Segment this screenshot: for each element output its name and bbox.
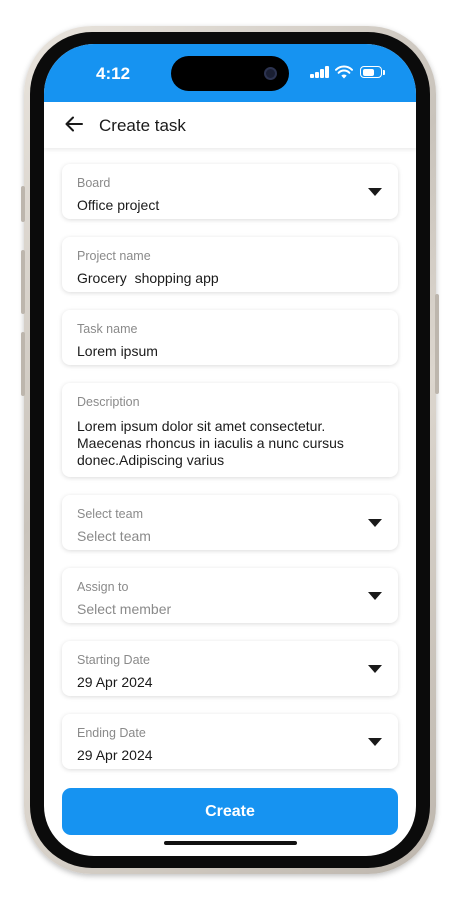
field-label: Ending Date <box>77 726 146 740</box>
caret-down-icon <box>368 738 382 746</box>
field-value: 29 Apr 2024 <box>77 747 153 763</box>
field-label: Select team <box>77 507 144 521</box>
field-label: Starting Date <box>77 653 150 667</box>
battery-cap <box>383 70 385 75</box>
caret-down-icon <box>368 665 382 673</box>
dynamic-island <box>171 56 289 91</box>
field-value: 29 Apr 2024 <box>77 674 153 690</box>
action-button <box>21 186 25 222</box>
create-button[interactable]: Create <box>62 788 398 835</box>
team-select[interactable]: Select team Select team <box>62 495 398 550</box>
phone-screen: 4:12 Create task Board Office project Pr… <box>44 44 416 856</box>
description-line: donec.Adipiscing varius <box>77 452 225 468</box>
status-bar: 4:12 <box>44 44 416 102</box>
end-date-select[interactable]: Ending Date 29 Apr 2024 <box>62 714 398 769</box>
description-line: Lorem ipsum dolor sit amet consectetur. <box>77 418 326 434</box>
field-label: Task name <box>77 322 138 336</box>
field-label: Project name <box>77 249 151 263</box>
description-textarea[interactable]: Description Lorem ipsum dolor sit amet c… <box>62 383 398 477</box>
field-value: Office project <box>77 197 160 213</box>
assignee-select[interactable]: Assign to Select member <box>62 568 398 623</box>
field-value: Select team <box>77 528 151 544</box>
home-indicator <box>164 841 297 845</box>
app-header: Create task <box>44 102 416 148</box>
task-name-input[interactable]: Task name Lorem ipsum <box>62 310 398 365</box>
board-select[interactable]: Board Office project <box>62 164 398 219</box>
status-time: 4:12 <box>96 64 131 83</box>
field-label: Description <box>77 395 140 409</box>
description-text: Lorem ipsum dolor sit amet consectetur. … <box>77 418 383 469</box>
signal-icon <box>310 66 330 78</box>
description-line: Maecenas rhoncus in iaculis a nunc cursu… <box>77 435 344 451</box>
power-button <box>435 294 439 394</box>
status-icons <box>310 64 390 80</box>
caret-down-icon <box>368 188 382 196</box>
arrow-left-icon[interactable] <box>64 114 84 134</box>
field-label: Board <box>77 176 111 190</box>
start-date-select[interactable]: Starting Date 29 Apr 2024 <box>62 641 398 696</box>
volume-up-button <box>21 250 25 314</box>
volume-down-button <box>21 332 25 396</box>
project-name-input[interactable]: Project name Grocery shopping app <box>62 237 398 292</box>
caret-down-icon <box>368 519 382 527</box>
field-value: Grocery shopping app <box>77 270 219 286</box>
field-label: Assign to <box>77 580 129 594</box>
wifi-icon <box>335 65 353 79</box>
field-value: Lorem ipsum <box>77 343 158 359</box>
caret-down-icon <box>368 592 382 600</box>
page-title: Create task <box>99 116 186 135</box>
battery-icon <box>360 66 382 78</box>
field-value: Select member <box>77 601 172 617</box>
camera-icon <box>264 67 277 80</box>
